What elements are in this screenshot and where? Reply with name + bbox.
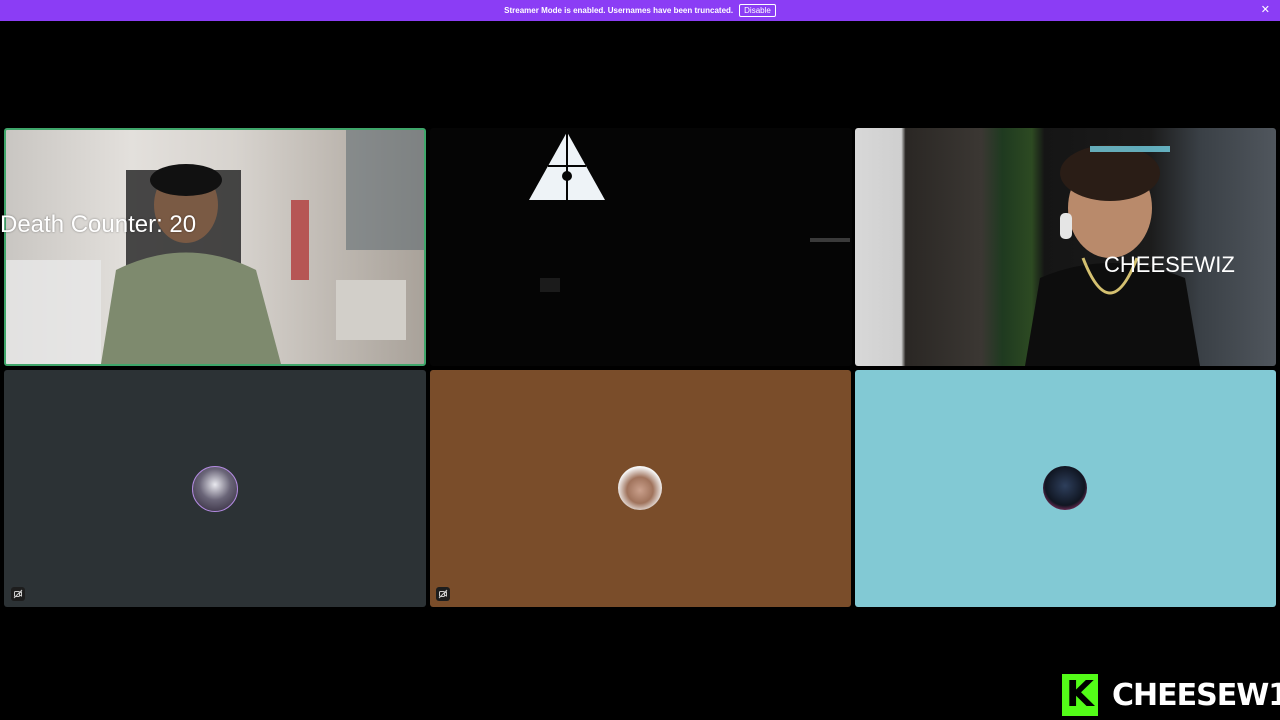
disable-button[interactable]: Disable (739, 4, 776, 17)
camera-off-icon (436, 587, 450, 601)
close-icon[interactable]: ✕ (1261, 4, 1270, 16)
streamer-mode-banner: Streamer Mode is enabled. Usernames have… (0, 0, 1280, 21)
webcam-feed (540, 238, 850, 292)
video-tile-2[interactable] (430, 128, 852, 366)
participant-avatar (192, 466, 238, 512)
webcam-feed (6, 130, 424, 364)
death-counter-overlay: Death Counter: 20 (0, 211, 197, 238)
webcam-feed (1025, 145, 1200, 366)
camera-off-icon (11, 587, 25, 601)
video-tile-3[interactable] (855, 128, 1276, 366)
participant-avatar (618, 466, 662, 510)
banner-text: Streamer Mode is enabled. Usernames have… (504, 6, 734, 15)
participant-avatar (1043, 466, 1087, 510)
video-tile-1[interactable] (4, 128, 426, 366)
brand-watermark: K CHEESEW1Z (1062, 674, 1280, 716)
triangle-lamp-icon (529, 132, 605, 200)
kick-logo-icon: K (1062, 674, 1098, 716)
streamer-name-overlay: CHEESEWIZ (1104, 252, 1235, 277)
brand-name: CHEESEW1Z (1112, 677, 1280, 713)
